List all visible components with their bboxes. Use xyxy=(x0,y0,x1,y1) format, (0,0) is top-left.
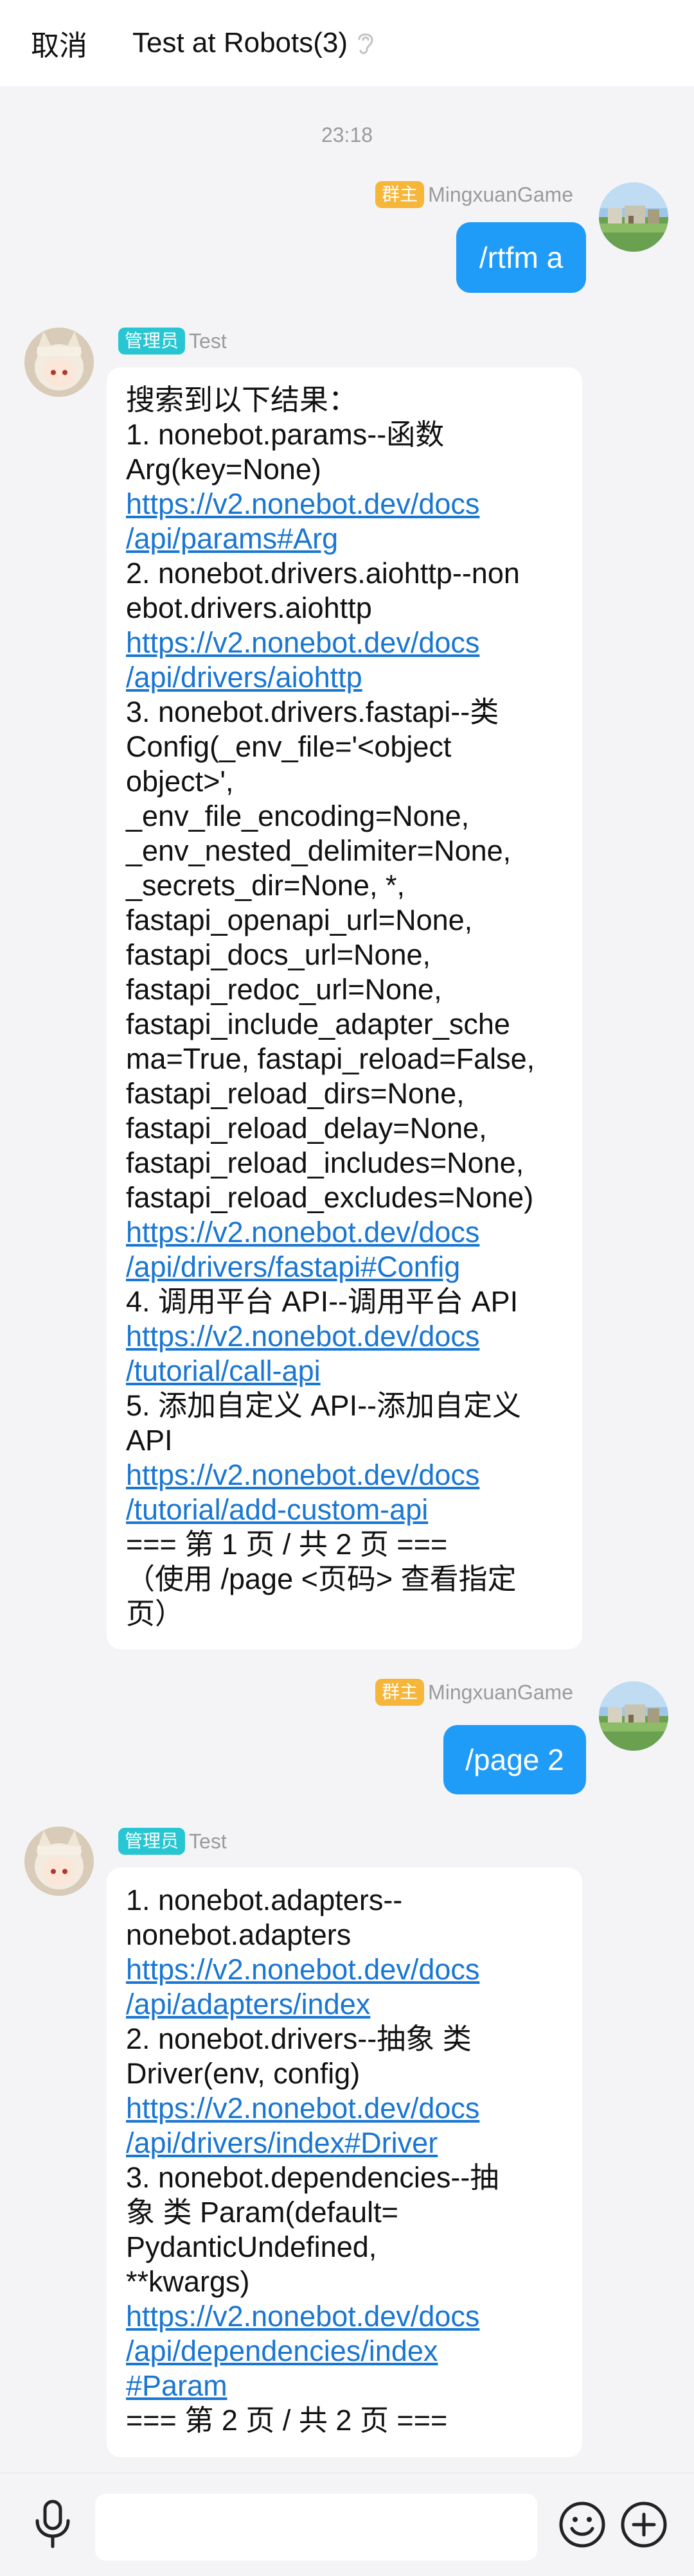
message-line: 4. 调用平台 API--调用平台 API xyxy=(126,1285,519,1318)
message-link[interactable]: /api/drivers/fastapi#Config xyxy=(126,1250,563,1284)
avatar[interactable] xyxy=(24,328,94,397)
message-timestamp: 23:18 xyxy=(321,123,373,146)
message-link[interactable]: https://v2.nonebot.dev/docs xyxy=(126,626,563,660)
message-link[interactable]: https://v2.nonebot.dev/docs xyxy=(126,1952,563,1987)
incoming-message-bubble[interactable]: 1. nonebot.adapters-- nonebot.adapters htt… xyxy=(107,1868,582,2457)
message-line: 搜索到以下结果： xyxy=(126,383,358,416)
message-input[interactable] xyxy=(95,2494,537,2561)
message-link[interactable]: https://v2.nonebot.dev/docs xyxy=(126,487,563,521)
message-meta: 管理员 Test xyxy=(118,1828,227,1855)
message-line: 2. nonebot.drivers.aiohttp--non xyxy=(126,557,520,590)
message-line: Arg(key=None) xyxy=(126,453,321,486)
chat-header: 取消 Test at Robots(3) xyxy=(0,0,694,86)
message-line: _env_nested_delimiter=None, xyxy=(126,834,512,867)
message-line: fastapi_reload_excludes=None) xyxy=(126,1181,534,1214)
message-link[interactable]: #Param xyxy=(126,2369,563,2403)
message-link[interactable]: https://v2.nonebot.dev/docs xyxy=(126,1215,563,1250)
message-line: === 第 1 页 / 共 2 页 === xyxy=(126,1528,448,1561)
message-link[interactable]: https://v2.nonebot.dev/docs xyxy=(126,1319,563,1354)
message-line: fastapi_reload_dirs=None, xyxy=(126,1077,465,1110)
message-meta: 群主 MingxuanGame xyxy=(375,181,573,208)
message-line: 1. nonebot.params--函数 xyxy=(126,418,445,451)
incoming-message-bubble[interactable]: 搜索到以下结果： 1. nonebot.params--函数 Arg(key=Non… xyxy=(107,367,582,1649)
message-link[interactable]: https://v2.nonebot.dev/docs xyxy=(126,2299,563,2334)
outgoing-message-bubble[interactable]: /rtfm a xyxy=(456,222,586,293)
message-text: /rtfm a xyxy=(479,241,564,274)
message-line: Config(_env_file='<object xyxy=(126,730,452,763)
chat-title: Test at Robots(3) xyxy=(132,27,348,58)
outgoing-message-bubble[interactable]: /page 2 xyxy=(443,1725,586,1794)
message-line: 3. nonebot.dependencies--抽 xyxy=(126,2161,499,2194)
message-link[interactable]: /api/adapters/index xyxy=(126,1987,563,2022)
message-line: ma=True, fastapi_reload=False, xyxy=(126,1042,535,1075)
message-line: 2. nonebot.drivers--抽象 类 xyxy=(126,2022,472,2055)
message-link[interactable]: /tutorial/call-api xyxy=(126,1354,563,1389)
message-line: （使用 /page <页码> 查看指定 xyxy=(126,1563,517,1595)
plus-icon[interactable] xyxy=(618,2499,670,2554)
message-line: **kwargs) xyxy=(126,2265,250,2298)
message-link[interactable]: https://v2.nonebot.dev/docs xyxy=(126,1458,563,1493)
message-meta: 管理员 Test xyxy=(118,328,227,355)
sender-name[interactable]: Test xyxy=(189,1830,227,1853)
message-line: fastapi_reload_includes=None, xyxy=(126,1146,524,1179)
message-line: fastapi_openapi_url=None, xyxy=(126,904,473,936)
message-line: 象 类 Param(default= xyxy=(126,2196,398,2229)
input-bar xyxy=(0,2473,694,2576)
message-link[interactable]: /tutorial/add-custom-api xyxy=(126,1493,563,1527)
owner-badge: 群主 xyxy=(375,1679,425,1706)
chat-title-wrap: Test at Robots(3) xyxy=(132,27,376,59)
message-link[interactable]: /api/dependencies/index xyxy=(126,2334,563,2369)
message-line: ebot.drivers.aiohttp xyxy=(126,591,372,624)
message-meta: 群主 MingxuanGame xyxy=(375,1679,573,1706)
message-line: PydanticUndefined, xyxy=(126,2230,377,2263)
sender-name[interactable]: MingxuanGame xyxy=(428,183,573,207)
message-link[interactable]: https://v2.nonebot.dev/docs xyxy=(126,2091,563,2126)
message-line: API xyxy=(126,1424,173,1457)
message-line: object>', xyxy=(126,765,234,798)
message-link[interactable]: /api/drivers/aiohttp xyxy=(126,660,563,695)
emoji-icon[interactable] xyxy=(556,2499,608,2554)
message-line: fastapi_docs_url=None, xyxy=(126,938,431,971)
ear-icon[interactable] xyxy=(355,29,376,57)
avatar[interactable] xyxy=(599,1681,668,1751)
message-line: fastapi_include_adapter_sche xyxy=(126,1008,510,1040)
admin-badge: 管理员 xyxy=(118,1828,186,1855)
message-line: _secrets_dir=None, *, xyxy=(126,869,405,902)
message-line: === 第 2 页 / 共 2 页 === xyxy=(126,2404,448,2437)
message-line: 页） xyxy=(126,1597,184,1630)
owner-badge: 群主 xyxy=(375,181,425,208)
message-line: fastapi_reload_delay=None, xyxy=(126,1112,487,1144)
message-line: 5. 添加自定义 API--添加自定义 xyxy=(126,1389,522,1422)
message-link[interactable]: /api/params#Arg xyxy=(126,521,563,556)
message-line: 1. nonebot.adapters-- xyxy=(126,1884,403,1916)
avatar[interactable] xyxy=(24,1827,94,1896)
message-text: /page 2 xyxy=(465,1743,564,1776)
admin-badge: 管理员 xyxy=(118,328,186,355)
message-line: _env_file_encoding=None, xyxy=(126,800,470,832)
message-link[interactable]: /api/drivers/index#Driver xyxy=(126,2126,563,2160)
message-line: fastapi_redoc_url=None, xyxy=(126,973,442,1006)
message-line: nonebot.adapters xyxy=(126,1918,351,1951)
avatar[interactable] xyxy=(599,182,668,252)
sender-name[interactable]: Test xyxy=(189,329,227,353)
message-line: Driver(env, config) xyxy=(126,2057,360,2090)
sender-name[interactable]: MingxuanGame xyxy=(428,1681,573,1704)
microphone-icon[interactable] xyxy=(32,2499,73,2554)
message-line: 3. nonebot.drivers.fastapi--类 xyxy=(126,696,499,728)
cancel-button[interactable]: 取消 xyxy=(31,22,87,64)
